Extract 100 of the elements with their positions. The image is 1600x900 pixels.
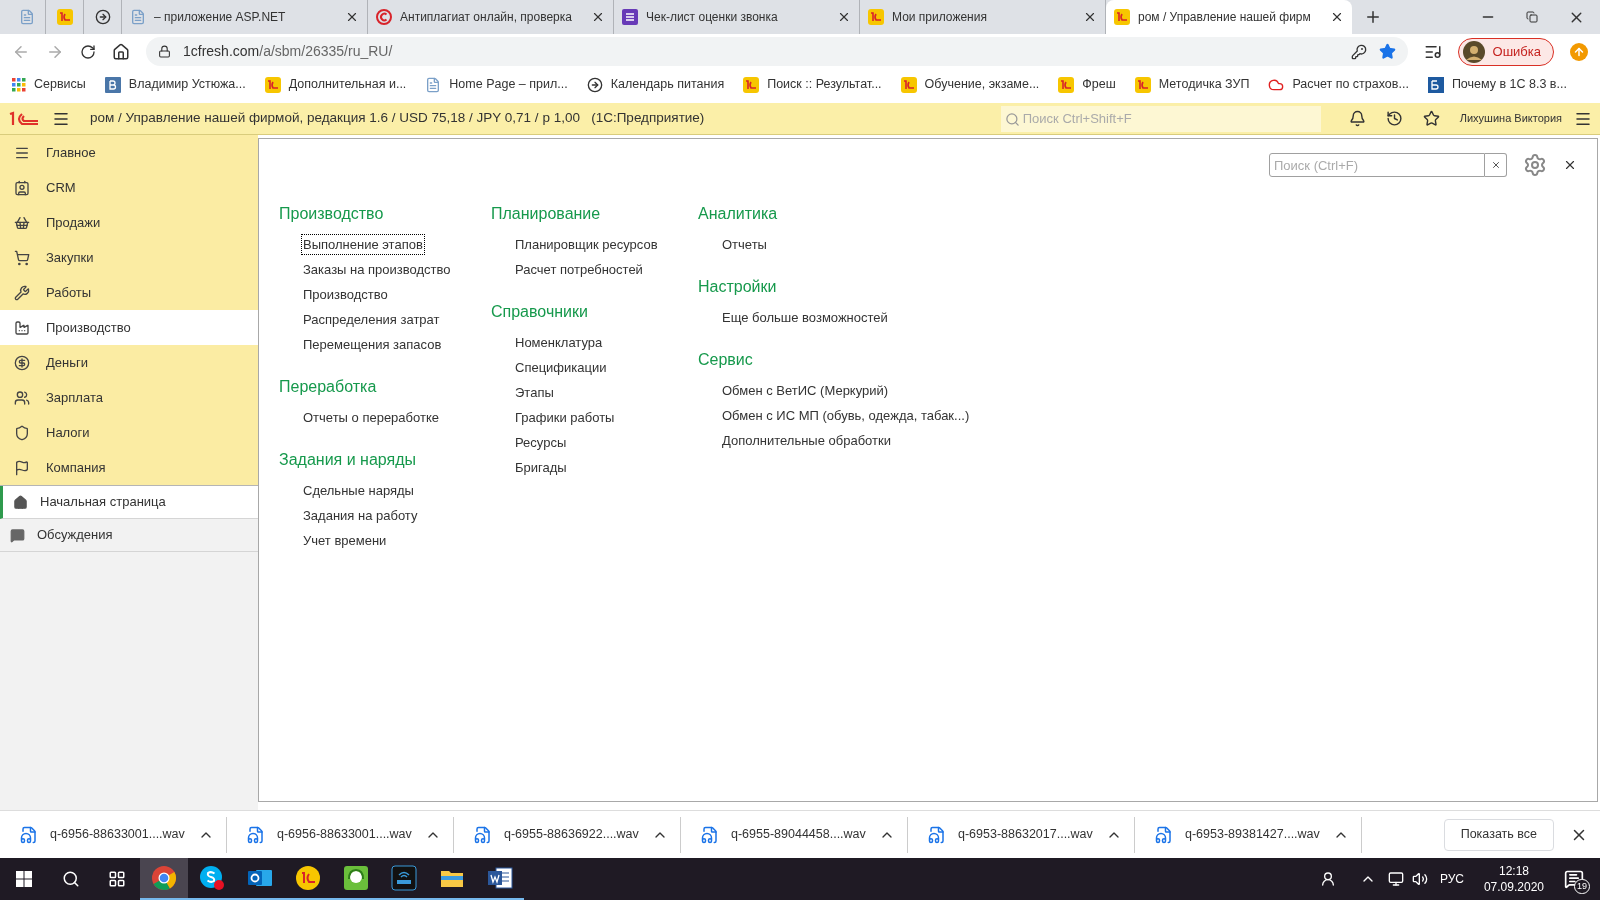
network-icon[interactable]: [1387, 871, 1404, 887]
section-item[interactable]: Компания: [0, 450, 258, 485]
close-icon[interactable]: [345, 10, 359, 24]
section-item[interactable]: Зарплата: [0, 380, 258, 415]
square-icon: [1427, 76, 1444, 93]
clear-button[interactable]: [1485, 153, 1507, 177]
clear-icon: [1490, 160, 1501, 170]
logo-icon: [1058, 76, 1075, 93]
close-icon[interactable]: [1563, 158, 1577, 172]
section-item[interactable]: Деньги: [0, 345, 258, 380]
menu-link[interactable]: Обмен с ВетИС (Меркурий): [720, 379, 891, 402]
square-icon: [104, 76, 121, 93]
bookmark[interactable]: Поиск :: Результат...: [743, 75, 882, 94]
chat-icon: [10, 527, 25, 543]
bookmark-star-icon[interactable]: [1378, 43, 1396, 60]
home-icon[interactable]: [112, 42, 130, 61]
user-name[interactable]: Лихушина Виктория: [1459, 110, 1562, 127]
download-item[interactable]: q-6956-88633001....wav: [0, 816, 227, 853]
search-field[interactable]: Поиск Ctrl+Shift+F: [1000, 105, 1321, 132]
menu-link[interactable]: Учет времени: [301, 529, 389, 552]
bookmark[interactable]: Обучение, экзаме...: [900, 75, 1040, 94]
address-field[interactable]: 1cfresh.com/a/sbm/26335/ru_RU/: [146, 37, 1408, 66]
language-indicator[interactable]: РУС: [1439, 870, 1464, 888]
menu-link[interactable]: Отчеты: [720, 233, 769, 256]
chat-app-icon: [199, 865, 225, 891]
bookmark[interactable]: Сервисы: [12, 75, 86, 94]
section-title: Сервис: [698, 349, 754, 370]
show-all-button[interactable]: Показать все: [1443, 818, 1554, 851]
people-icon[interactable]: [1319, 871, 1336, 887]
document-app-icon: [487, 865, 513, 891]
menu-link[interactable]: Производство: [301, 283, 390, 306]
menu-link[interactable]: Перемещения запасов: [301, 333, 444, 356]
new-tab-icon[interactable]: [1364, 8, 1382, 26]
menu-link[interactable]: Планировщик ресурсов: [513, 233, 660, 256]
close-icon[interactable]: [837, 10, 851, 24]
menu-link[interactable]: Ресурсы: [513, 431, 569, 454]
volume-icon[interactable]: [1411, 871, 1428, 887]
task-view-icon[interactable]: [108, 870, 126, 888]
download-item[interactable]: q-6955-89044458....wav: [681, 816, 908, 853]
section-item[interactable]: Продажи: [0, 205, 258, 240]
bookmark[interactable]: Дополнительная и...: [264, 75, 407, 94]
section-item[interactable]: Производство: [0, 310, 258, 345]
download-item[interactable]: q-6953-89381427....wav: [1135, 816, 1362, 853]
logo-icon: [743, 76, 760, 93]
menu-link[interactable]: Обмен с ИС МП (обувь, одежда, табак...): [720, 404, 972, 427]
bookmark[interactable]: Владимир Устюжа...: [104, 75, 246, 94]
settings-icon[interactable]: [1523, 153, 1547, 177]
menu-link[interactable]: Отчеты о переработке: [301, 406, 441, 429]
bookmark[interactable]: Методичка ЗУП: [1134, 75, 1250, 94]
history-icon[interactable]: [1385, 110, 1403, 127]
lock-icon: [158, 45, 171, 58]
logo-icon: [8, 110, 40, 127]
menu-link[interactable]: Этапы: [513, 381, 556, 404]
key-icon[interactable]: [1350, 43, 1367, 60]
menu-link[interactable]: Еще больше возможностей: [720, 306, 890, 329]
download-item[interactable]: q-6953-88632017....wav: [908, 816, 1135, 853]
url-text: 1cfresh.com/a/sbm/26335/ru_RU/: [183, 42, 393, 61]
download-item[interactable]: q-6955-88636922....wav: [454, 816, 681, 853]
search-icon[interactable]: [62, 870, 80, 888]
page-item[interactable]: Обсуждения: [0, 519, 258, 552]
bookmark[interactable]: Расчет по страхов...: [1268, 75, 1409, 94]
clock[interactable]: 12:18 07.09.2020: [1483, 863, 1544, 895]
menu-link[interactable]: Расчет потребностей: [513, 258, 645, 281]
menu-link[interactable]: Задания на работу: [301, 504, 420, 527]
menu-link[interactable]: Спецификации: [513, 356, 609, 379]
section-item[interactable]: CRM: [0, 170, 258, 205]
close-icon[interactable]: [591, 10, 605, 24]
menu-link[interactable]: Дополнительные обработки: [720, 429, 893, 452]
logo-icon: [295, 865, 321, 891]
download-item[interactable]: q-6956-88633001....wav: [227, 816, 454, 853]
profile-button[interactable]: Ошибка: [1457, 37, 1554, 66]
section-icon: [14, 354, 30, 371]
menu-link[interactable]: Номенклатура: [513, 331, 605, 354]
document-icon: [130, 9, 146, 25]
menu-link[interactable]: Графики работы: [513, 406, 617, 429]
bookmark[interactable]: Календарь питания: [586, 75, 725, 94]
close-icon[interactable]: [1083, 10, 1097, 24]
restore-icon[interactable]: [1526, 11, 1538, 23]
search-field[interactable]: Поиск (Ctrl+F): [1269, 153, 1485, 177]
section-item[interactable]: Работы: [0, 275, 258, 310]
favorites-icon[interactable]: [1422, 110, 1440, 127]
section-title: Аналитика: [698, 203, 779, 224]
section-icon: [14, 249, 30, 266]
notifications-icon[interactable]: [1348, 110, 1366, 127]
audio-file-icon: [928, 825, 946, 844]
section-item[interactable]: Закупки: [0, 240, 258, 275]
menu-link[interactable]: Бригады: [513, 456, 569, 479]
menu-link[interactable]: Выполнение этапов: [301, 233, 425, 256]
reload-icon[interactable]: [80, 43, 96, 60]
menu-link[interactable]: Сдельные наряды: [301, 479, 416, 502]
bookmark[interactable]: Почему в 1С 8.3 в...: [1427, 75, 1567, 94]
page-item[interactable]: Начальная страница: [0, 486, 258, 519]
browser-tab[interactable]: ром / Управление нашей фирм: [1106, 0, 1352, 34]
section-item[interactable]: Налоги: [0, 415, 258, 450]
section-item[interactable]: Главное: [0, 135, 258, 170]
bookmark[interactable]: Фреш: [1058, 75, 1116, 94]
bookmark[interactable]: Home Page – прил...: [425, 75, 568, 94]
menu-link[interactable]: Распределения затрат: [301, 308, 442, 331]
close-icon[interactable]: [1330, 10, 1344, 24]
menu-link[interactable]: Заказы на производство: [301, 258, 453, 281]
